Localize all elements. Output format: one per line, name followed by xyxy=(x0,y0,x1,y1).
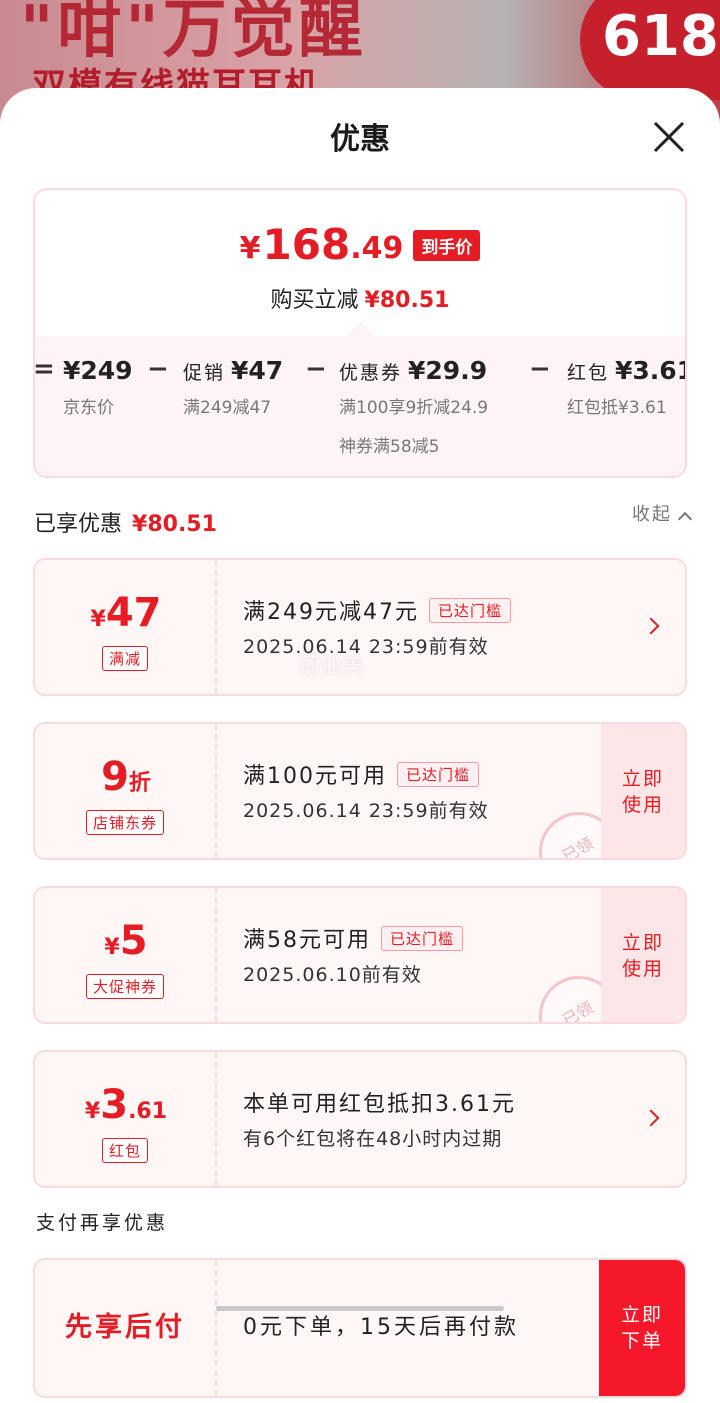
use-now-button[interactable]: 立即 使用 xyxy=(601,724,685,858)
coupon-card-red-packet[interactable]: ¥3.61 红包 本单可用红包抵扣3.61元 有6个红包将在48小时内过期 xyxy=(33,1050,687,1188)
chevron-right-icon[interactable] xyxy=(642,617,660,635)
breakdown-item-redpacket: 红包 ¥3.61 红包抵¥3.61 xyxy=(567,356,687,418)
breakdown-item-coupon: 优惠券 ¥29.9 满100享9折减24.9 神券满58减5 xyxy=(339,356,489,457)
sheet-title: 优惠 xyxy=(330,122,390,157)
chevron-up-icon xyxy=(677,511,693,527)
minus-sign: − xyxy=(305,354,327,384)
pay-later-card: 先享后付 0元下单，15天后再付款 立即 下单 xyxy=(33,1258,687,1398)
coupon-type-tag: 店铺东券 xyxy=(85,810,165,835)
threshold-badge: 已达门槛 xyxy=(381,925,464,951)
coupon-type-tag: 满减 xyxy=(101,646,149,671)
pay-later-label: 先享后付 xyxy=(35,1260,217,1396)
use-now-button[interactable]: 立即 使用 xyxy=(601,888,685,1022)
order-now-button[interactable]: 立即 下单 xyxy=(599,1260,685,1396)
breakdown-item-promotion: 促销 ¥47 满249减47 xyxy=(183,356,284,418)
enjoyed-discount: 已享优惠 ¥80.51 xyxy=(34,512,217,537)
final-price-badge: 到手价 xyxy=(413,229,481,261)
final-price: ¥ 168 .49 到手价 xyxy=(35,224,685,266)
coupon-type-tag: 大促神券 xyxy=(85,974,165,999)
pay-later-description: 0元下单，15天后再付款 xyxy=(243,1315,519,1340)
banner-618-badge: 618 xyxy=(580,0,720,100)
collapse-button[interactable]: 收起 xyxy=(632,500,693,527)
equals-sign: = xyxy=(33,354,55,384)
minus-sign: − xyxy=(529,354,551,384)
coupon-type-tag: 红包 xyxy=(101,1138,149,1163)
threshold-badge: 已达门槛 xyxy=(397,761,480,787)
home-indicator[interactable] xyxy=(216,1306,504,1311)
instant-reduction: 购买立减 ¥80.51 xyxy=(270,288,450,313)
close-icon[interactable] xyxy=(652,120,686,154)
payment-section-title: 支付再享优惠 xyxy=(36,1212,169,1234)
price-breakdown: = ¥249 京东价 − 促销 ¥47 满249减47 − 优惠券 ¥29.9 满1… xyxy=(33,321,687,476)
price-summary-card: ¥ 168 .49 到手价 购买立减 ¥80.51 = ¥249 京东价 − 促销… xyxy=(33,188,687,478)
discount-sheet: 优惠 ¥ 168 .49 到手价 购买立减 ¥80.51 = ¥249 京东价 − xyxy=(0,88,720,1403)
threshold-badge: 已达门槛 xyxy=(429,597,512,623)
chevron-right-icon[interactable] xyxy=(642,1109,660,1127)
minus-sign: − xyxy=(147,354,169,384)
watermark-text: 葡仙美 xyxy=(298,654,365,679)
coupon-card-mega-promo: ¥5 大促神券 满58元可用 已达门槛 2025.06.10前有效 已领 立即 使… xyxy=(33,886,687,1024)
coupon-card-store-discount: 9折 店铺东券 满100元可用 已达门槛 2025.06.14 23:59前有效 … xyxy=(33,722,687,860)
breakdown-item-jd-price: ¥249 京东价 xyxy=(63,356,133,418)
